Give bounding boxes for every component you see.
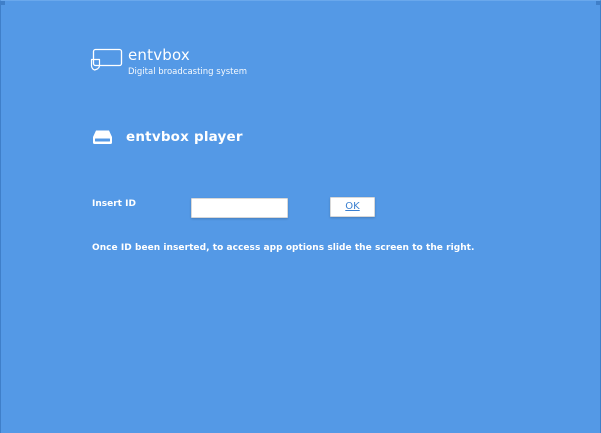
player-title: entvbox player: [126, 129, 243, 145]
display-icon: [90, 48, 124, 72]
window-corner-right: [596, 1, 600, 5]
id-input[interactable]: [191, 198, 288, 218]
brand-tagline: Digital broadcasting system: [128, 67, 247, 77]
player-heading: entvbox player: [92, 129, 243, 145]
ok-button[interactable]: OK: [330, 197, 375, 217]
brand-text: entvbox Digital broadcasting system: [128, 46, 247, 78]
brand-header: entvbox Digital broadcasting system: [90, 46, 247, 78]
instruction-text: Once ID been inserted, to access app opt…: [92, 243, 475, 253]
window-corner-left: [1, 1, 5, 5]
drive-icon: [92, 129, 113, 145]
insert-id-label: Insert ID: [92, 199, 136, 209]
brand-name: entvbox: [128, 46, 191, 64]
